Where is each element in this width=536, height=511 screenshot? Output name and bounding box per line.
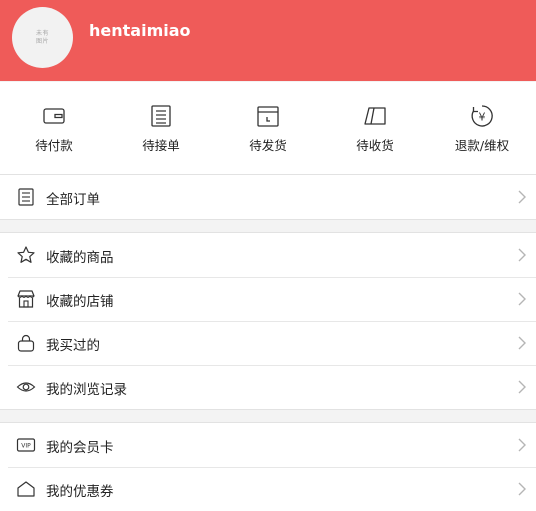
chevron-right-icon bbox=[518, 248, 526, 262]
list-icon bbox=[18, 188, 34, 206]
order-refund-button[interactable]: ¥ 退款/维权 bbox=[428, 82, 536, 174]
member-card-label: 我的会员卡 bbox=[46, 440, 114, 456]
chevron-right-icon bbox=[518, 292, 526, 306]
order-pending-shipment-button[interactable]: 待发货 bbox=[214, 82, 322, 174]
order-pending-payment-button[interactable]: 待付款 bbox=[0, 82, 108, 174]
order-pending-accept-label: 待接单 bbox=[142, 138, 180, 153]
wallet-icon bbox=[43, 108, 65, 124]
refund-icon: ¥ bbox=[471, 105, 493, 127]
box-icon bbox=[257, 106, 279, 127]
order-status-bar: 待付款 待接单 待发货 待收货 ¥ 退款/维权 bbox=[0, 82, 536, 174]
order-pending-shipment-label: 待发货 bbox=[249, 138, 287, 153]
all-orders-row[interactable]: 全部订单 bbox=[0, 175, 536, 219]
browsing-history-row[interactable]: 我的浏览记录 bbox=[0, 365, 536, 409]
profile-header: 未有 图片 hentaimiao bbox=[0, 0, 536, 81]
chevron-right-icon bbox=[518, 380, 526, 394]
chevron-right-icon bbox=[518, 482, 526, 496]
favorite-products-row[interactable]: 收藏的商品 bbox=[0, 233, 536, 277]
member-section: VIP 我的会员卡 我的优惠券 bbox=[0, 423, 536, 511]
avatar-placeholder-text-1: 未有 bbox=[35, 29, 49, 37]
chevron-right-icon bbox=[518, 438, 526, 452]
document-icon bbox=[151, 105, 171, 127]
order-pending-receipt-button[interactable]: 待收货 bbox=[321, 82, 429, 174]
chevron-right-icon bbox=[518, 336, 526, 350]
favorite-products-label: 收藏的商品 bbox=[46, 250, 114, 266]
favorite-stores-label: 收藏的店铺 bbox=[46, 294, 114, 310]
svg-text:VIP: VIP bbox=[21, 443, 31, 450]
coupons-row[interactable]: 我的优惠券 bbox=[0, 467, 536, 511]
vip-card-icon: VIP bbox=[16, 438, 36, 452]
order-pending-payment-label: 待付款 bbox=[35, 138, 73, 153]
avatar-placeholder-text-2: 图片 bbox=[35, 37, 49, 45]
coupon-icon bbox=[17, 481, 35, 497]
all-orders-section: 全部订单 bbox=[0, 175, 536, 219]
svg-text:¥: ¥ bbox=[479, 111, 486, 124]
chevron-right-icon bbox=[518, 190, 526, 204]
bag-icon bbox=[17, 334, 35, 352]
store-icon bbox=[17, 290, 35, 308]
favorite-stores-row[interactable]: 收藏的店铺 bbox=[0, 277, 536, 321]
avatar[interactable]: 未有 图片 bbox=[12, 7, 73, 68]
purchased-label: 我买过的 bbox=[46, 338, 100, 354]
divider bbox=[0, 409, 536, 410]
star-icon bbox=[17, 246, 35, 263]
favorites-section: 收藏的商品 收藏的店铺 我买过的 我的浏览记录 bbox=[0, 233, 536, 409]
purchased-row[interactable]: 我买过的 bbox=[0, 321, 536, 365]
truck-icon bbox=[364, 107, 386, 125]
order-pending-receipt-label: 待收货 bbox=[356, 138, 394, 153]
username: hentaimiao bbox=[89, 21, 191, 40]
browsing-history-label: 我的浏览记录 bbox=[46, 382, 127, 398]
eye-icon bbox=[16, 382, 36, 392]
order-refund-label: 退款/维权 bbox=[454, 138, 510, 153]
divider bbox=[0, 219, 536, 220]
all-orders-label: 全部订单 bbox=[46, 192, 100, 208]
member-card-row[interactable]: VIP 我的会员卡 bbox=[0, 423, 536, 467]
coupons-label: 我的优惠券 bbox=[46, 484, 114, 500]
order-pending-accept-button[interactable]: 待接单 bbox=[107, 82, 215, 174]
